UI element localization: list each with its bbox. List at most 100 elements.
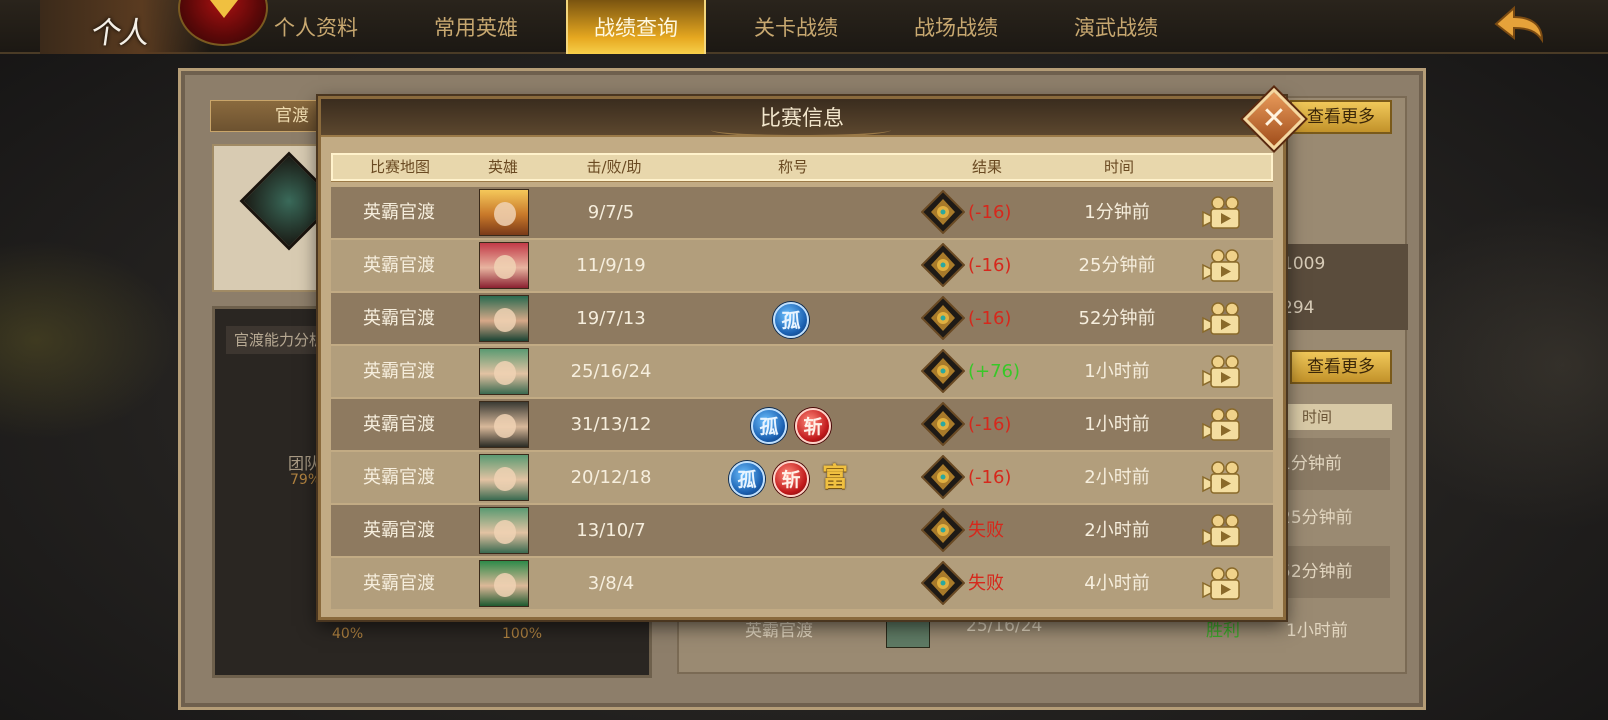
- lone-wolf-badge-icon: 孤: [773, 302, 809, 338]
- ability-percent-left: 40%: [332, 626, 364, 642]
- rank-mask-icon: [921, 349, 965, 393]
- rank-mask-icon: [921, 296, 965, 340]
- time-cell: 25分钟前: [1280, 508, 1353, 528]
- hero-avatar-icon: [479, 189, 529, 236]
- map-name: 英霸官渡: [363, 255, 435, 276]
- match-row[interactable]: 英霸官渡 9/7/5 (-16) 1分钟前: [331, 187, 1273, 238]
- result-value: (-16): [968, 255, 1012, 276]
- nav-tab[interactable]: 演武战绩: [1036, 0, 1196, 54]
- nav-tab[interactable]: 关卡战绩: [716, 0, 876, 54]
- hero-avatar-icon: [479, 295, 529, 342]
- time-value: 2小时前: [1084, 520, 1150, 541]
- dialog-title: 比赛信息: [760, 106, 844, 130]
- kda-value: 31/13/12: [570, 414, 652, 435]
- replay-camera-icon[interactable]: [1201, 249, 1243, 283]
- map-name: 英霸官渡: [363, 361, 435, 382]
- map-name: 英霸官渡: [363, 467, 435, 488]
- match-row[interactable]: 英霸官渡 3/8/4 失败 4小时前: [331, 558, 1273, 609]
- header-hero: 英雄: [487, 158, 518, 176]
- table-header: 比赛地图 英雄 击/败/助 称号 结果 时间: [331, 153, 1273, 181]
- kda-value: 25/16/24: [570, 361, 652, 382]
- hero-avatar-icon: [479, 401, 529, 448]
- time-label: 1小时前: [1286, 621, 1348, 641]
- kda-value: 20/12/18: [570, 467, 652, 488]
- hero-avatar-icon: [479, 560, 529, 607]
- replay-camera-icon[interactable]: [1201, 196, 1243, 230]
- nav-tab[interactable]: 战场战绩: [876, 0, 1036, 54]
- hero-avatar-icon: [479, 454, 529, 501]
- rank-mask-icon: [921, 402, 965, 446]
- match-info-dialog: 比赛信息 ✕ 比赛地图 英雄 击/败/助 称号 结果 时间 英霸官渡 9/7/5 (…: [318, 87, 1306, 620]
- background-glow-left: [0, 240, 180, 440]
- kda-value: 11/9/19: [576, 255, 646, 276]
- nav-tabs: 个人资料 常用英雄 战绩查询 关卡战绩 战场战绩 演武战绩: [236, 0, 1196, 54]
- kda-value: 19/7/13: [576, 308, 646, 329]
- time-cell: 52分钟前: [1280, 546, 1390, 598]
- kda-value: 9/7/5: [587, 202, 635, 223]
- result-value: (-16): [968, 467, 1012, 488]
- hero-avatar-icon: [479, 242, 529, 289]
- map-name: 英霸官渡: [363, 414, 435, 435]
- stat-value: 1009: [1282, 254, 1326, 274]
- match-row[interactable]: 英霸官渡 25/16/24 (+76) 1小时前: [331, 346, 1273, 397]
- header-map: 比赛地图: [369, 158, 430, 176]
- match-table: 比赛地图 英雄 击/败/助 称号 结果 时间 英霸官渡 9/7/5 (-16) 1分钟…: [331, 153, 1273, 613]
- replay-camera-icon[interactable]: [1201, 408, 1243, 442]
- header-result: 结果: [971, 158, 1002, 176]
- map-name: 英霸官渡: [363, 520, 435, 541]
- result-value: (-16): [968, 308, 1012, 329]
- logo-text: 个人: [89, 16, 150, 51]
- time-value: 2小时前: [1084, 467, 1150, 488]
- match-row[interactable]: 英霸官渡 11/9/19 (-16) 25分钟前: [331, 240, 1273, 291]
- result-value: 失败: [968, 520, 1004, 541]
- time-value: 1小时前: [1084, 361, 1150, 382]
- header-kda: 击/败/助: [586, 158, 642, 176]
- rank-mask-icon: [921, 243, 965, 287]
- nav-tab[interactable]: 常用英雄: [396, 0, 556, 54]
- see-more-button[interactable]: 查看更多: [1290, 350, 1392, 384]
- replay-camera-icon[interactable]: [1201, 461, 1243, 495]
- ability-percent-right: 100%: [502, 626, 543, 642]
- replay-camera-icon[interactable]: [1201, 567, 1243, 601]
- rank-mask-icon: [921, 508, 965, 552]
- replay-camera-icon[interactable]: [1201, 514, 1243, 548]
- match-row[interactable]: 英霸官渡 20/12/18 孤斩富 (-16) 2小时前: [331, 452, 1273, 503]
- time-value: 1小时前: [1084, 414, 1150, 435]
- replay-camera-icon[interactable]: [1201, 302, 1243, 336]
- rank-mask-icon: [921, 561, 965, 605]
- lone-wolf-badge-icon: 孤: [751, 408, 787, 444]
- map-name: 英霸官渡: [363, 202, 435, 223]
- nav-tab[interactable]: 个人资料: [236, 0, 396, 54]
- result-value: 失败: [968, 573, 1004, 594]
- back-arrow-icon[interactable]: [1490, 4, 1546, 50]
- result-value: (-16): [968, 202, 1012, 223]
- hero-avatar-icon: [479, 507, 529, 554]
- rank-mask-icon: [921, 455, 965, 499]
- wealth-badge-icon: 富: [821, 463, 848, 493]
- close-x-icon: ✕: [1261, 101, 1287, 136]
- slayer-badge-icon: 斩: [773, 461, 809, 497]
- map-name: 英霸官渡: [363, 573, 435, 594]
- time-value: 1分钟前: [1084, 202, 1150, 223]
- nav-tab[interactable]: 战绩查询: [566, 0, 706, 54]
- hero-avatar-icon: [479, 348, 529, 395]
- time-value: 25分钟前: [1078, 255, 1156, 276]
- result-value: (-16): [968, 414, 1012, 435]
- ability-team-label: 团队: [288, 454, 321, 473]
- time-column-header: 时间: [1282, 404, 1392, 430]
- replay-camera-icon[interactable]: [1201, 355, 1243, 389]
- see-more-button[interactable]: 查看更多: [1290, 100, 1392, 134]
- stat-value: 294: [1282, 298, 1315, 318]
- match-row[interactable]: 英霸官渡 31/13/12 孤斩 (-16) 1小时前: [331, 399, 1273, 450]
- kda-value: 3/8/4: [587, 573, 635, 594]
- match-row[interactable]: 英霸官渡 19/7/13 孤 (-16) 52分钟前: [331, 293, 1273, 344]
- top-nav-bar: 个人 个人资料 常用英雄 战绩查询 关卡战绩 战场战绩 演武战绩: [0, 0, 1608, 54]
- lone-wolf-badge-icon: 孤: [729, 461, 765, 497]
- dialog-header: 比赛信息: [321, 99, 1283, 137]
- kda-value: 13/10/7: [576, 520, 646, 541]
- time-cell: 1分钟前: [1280, 438, 1390, 490]
- match-row[interactable]: 英霸官渡 13/10/7 失败 2小时前: [331, 505, 1273, 556]
- ability-team-percent: 79%: [290, 472, 322, 488]
- header-time: 时间: [1103, 158, 1134, 176]
- result-value: (+76): [968, 361, 1021, 382]
